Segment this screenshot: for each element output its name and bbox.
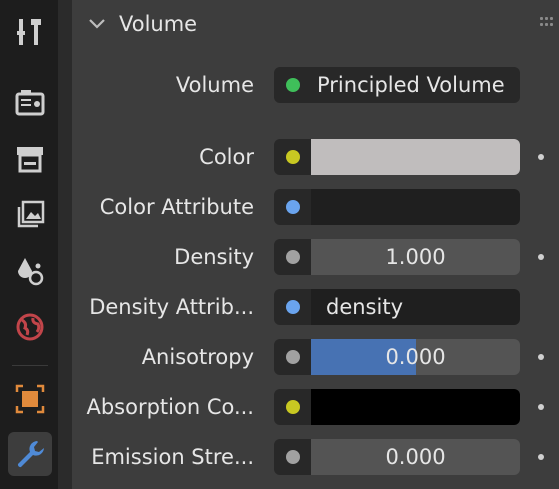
render-icon: [15, 90, 45, 116]
anisotropy-socket-button[interactable]: [274, 339, 311, 375]
color-socket-icon: [286, 150, 300, 164]
emission-strength-number-field[interactable]: 0.000: [311, 439, 520, 475]
volume-label: Volume: [175, 73, 254, 97]
absorption-color-label: Absorption Co...: [86, 395, 254, 419]
float-socket-icon: [286, 350, 300, 364]
density-attribute-label: Density Attrib...: [89, 295, 254, 319]
emission-strength-label: Emission Stre...: [91, 445, 254, 469]
tab-render[interactable]: [8, 80, 52, 124]
keyframe-dot-icon[interactable]: [538, 254, 544, 260]
modifier-wrench-icon: [17, 441, 44, 468]
color-socket-button[interactable]: [274, 139, 311, 175]
volume-shader-selector[interactable]: Principled Volume: [274, 67, 520, 103]
tab-scene[interactable]: [8, 249, 52, 293]
drag-handle-icon[interactable]: [540, 17, 554, 31]
properties-editor: Volume Volume Principled Volume Color Co…: [0, 0, 559, 489]
color-socket-icon: [286, 400, 300, 414]
tab-world[interactable]: [8, 305, 52, 349]
panel-gutter: [58, 0, 72, 489]
color-attribute-label: Color Attribute: [99, 195, 254, 219]
float-socket-icon: [286, 250, 300, 264]
shader-socket-icon[interactable]: [286, 78, 300, 92]
object-icon: [15, 384, 45, 414]
keyframe-dot-icon[interactable]: [538, 354, 544, 360]
scene-icon: [18, 258, 44, 286]
density-socket-button[interactable]: [274, 239, 311, 275]
vector-socket-icon: [286, 200, 300, 214]
properties-tab-strip: [0, 0, 58, 489]
density-value: 1.000: [385, 245, 446, 269]
tab-view-layer[interactable]: [8, 193, 52, 237]
view-layer-icon: [17, 200, 45, 228]
tool-icon: [17, 19, 41, 45]
anisotropy-slider[interactable]: 0.000: [311, 339, 520, 375]
shader-value: Principled Volume: [317, 73, 505, 97]
float-socket-icon: [286, 450, 300, 464]
volume-section-header[interactable]: Volume: [72, 0, 559, 50]
emission-strength-socket-button[interactable]: [274, 439, 311, 475]
keyframe-dot-icon[interactable]: [538, 454, 544, 460]
volume-panel: Volume Volume Principled Volume Color Co…: [72, 0, 559, 489]
density-row: Density 1.000: [72, 239, 559, 275]
emission-strength-value: 0.000: [385, 445, 446, 469]
absorption-color-socket-button[interactable]: [274, 389, 311, 425]
anisotropy-label: Anisotropy: [141, 345, 254, 369]
output-icon: [17, 147, 43, 173]
color-attribute-socket-button[interactable]: [274, 189, 311, 225]
anisotropy-row: Anisotropy 0.000: [72, 339, 559, 375]
color-swatch[interactable]: [311, 139, 520, 175]
section-title: Volume: [119, 12, 198, 36]
absorption-color-row: Absorption Co...: [72, 389, 559, 425]
anisotropy-value: 0.000: [385, 345, 446, 369]
tab-tool[interactable]: [8, 10, 52, 54]
keyframe-dot-icon[interactable]: [538, 154, 544, 160]
density-label: Density: [174, 245, 254, 269]
chevron-down-icon[interactable]: [88, 17, 106, 31]
color-attribute-input[interactable]: [311, 189, 520, 225]
tab-modifiers[interactable]: [8, 432, 52, 476]
color-attribute-row: Color Attribute: [72, 189, 559, 225]
tab-output[interactable]: [8, 137, 52, 181]
tab-object[interactable]: [8, 377, 52, 421]
density-attribute-row: Density Attrib... density: [72, 289, 559, 325]
emission-strength-row: Emission Stre... 0.000: [72, 439, 559, 475]
keyframe-dot-icon[interactable]: [538, 404, 544, 410]
world-icon: [16, 313, 44, 341]
color-label: Color: [199, 145, 254, 169]
color-row: Color: [72, 139, 559, 175]
density-number-field[interactable]: 1.000: [311, 239, 520, 275]
density-attribute-input[interactable]: density: [311, 289, 520, 325]
density-attribute-socket-button[interactable]: [274, 289, 311, 325]
tab-divider: [12, 365, 48, 366]
vector-socket-icon: [286, 300, 300, 314]
absorption-color-swatch[interactable]: [311, 389, 520, 425]
